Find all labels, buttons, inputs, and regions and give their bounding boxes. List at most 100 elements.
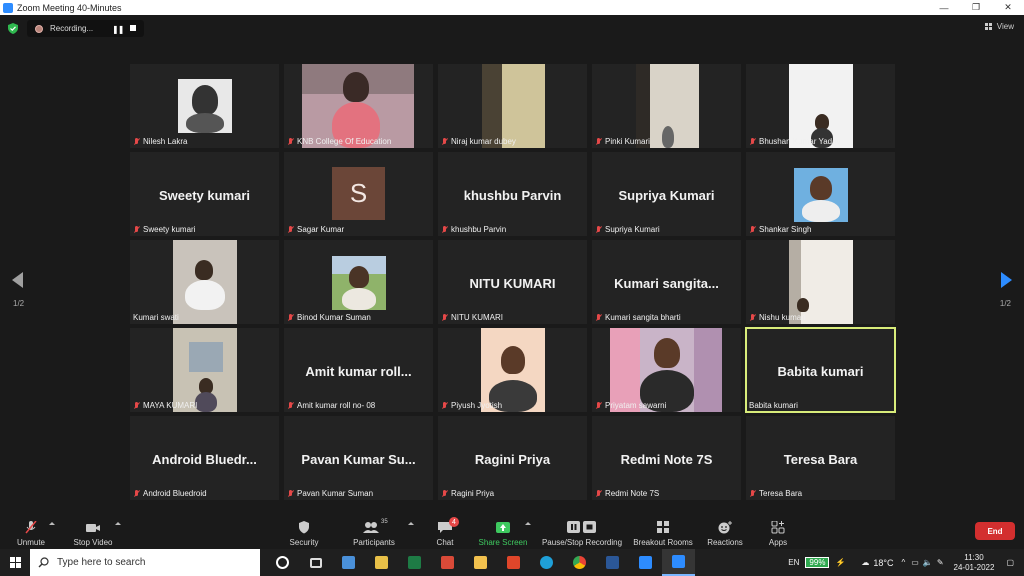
end-meeting-button[interactable]: End: [975, 522, 1015, 540]
apps-button[interactable]: Apps: [765, 514, 791, 549]
edge-app[interactable]: [530, 549, 563, 576]
chat-button[interactable]: 4 Chat: [434, 514, 459, 549]
video-feed: [482, 64, 545, 148]
temperature[interactable]: 18°C: [873, 558, 893, 568]
participants-count: 35: [381, 519, 388, 525]
breakout-rooms-button[interactable]: Breakout Rooms: [633, 514, 693, 549]
store-app[interactable]: [365, 549, 398, 576]
active-speaker-tile[interactable]: Babita kumari Babita kumari: [745, 327, 896, 413]
share-options-chevron-icon[interactable]: [525, 522, 531, 525]
participant-tile[interactable]: Redmi Note 7S Redmi Note 7S: [592, 416, 741, 500]
muted-mic-icon: [749, 313, 756, 322]
video-feed: [173, 328, 237, 412]
zoom-app-2[interactable]: [629, 549, 662, 576]
participant-tile[interactable]: NITU KUMARI NITU KUMARI: [438, 240, 587, 324]
notifications-icon[interactable]: ▢: [1006, 558, 1014, 567]
participant-tile[interactable]: Shankar Singh: [746, 152, 895, 236]
participant-tile[interactable]: Nishu kumari: [746, 240, 895, 324]
task-view-icon: [309, 557, 322, 568]
participant-tile[interactable]: Pinki Kumari: [592, 64, 741, 148]
participant-tile[interactable]: Niraj kumar dubey: [438, 64, 587, 148]
participant-display-name: Kumari sangita...: [614, 276, 719, 291]
start-button[interactable]: [0, 549, 30, 576]
muted-mic-icon: [441, 489, 448, 498]
word-app[interactable]: [596, 549, 629, 576]
app-launcher[interactable]: [332, 549, 365, 576]
participant-tile[interactable]: S Sagar Kumar: [284, 152, 433, 236]
taskbar-search-box[interactable]: Type here to search: [30, 549, 260, 576]
pause-recording-icon[interactable]: ❚❚: [112, 25, 124, 34]
participant-tile[interactable]: KNB College Of Education: [284, 64, 433, 148]
participant-tile[interactable]: Amit kumar roll... Amit kumar roll no- 0…: [284, 328, 433, 412]
participant-name-label: Priyatam sawarni: [595, 401, 666, 410]
view-button[interactable]: View: [984, 22, 1014, 31]
file-explorer-app[interactable]: [464, 549, 497, 576]
breakout-rooms-icon: [657, 521, 669, 533]
restore-button[interactable]: ❐: [960, 0, 992, 15]
encryption-shield-icon[interactable]: [8, 23, 18, 34]
previous-page-arrow-icon[interactable]: [12, 272, 23, 288]
participant-tile[interactable]: Android Bluedr... Android Bluedroid: [130, 416, 279, 500]
muted-mic-icon: [749, 137, 756, 146]
excel-app[interactable]: [398, 549, 431, 576]
participant-display-name: khushbu Parvin: [463, 188, 562, 203]
participant-tile[interactable]: MAYA KUMARI: [130, 328, 279, 412]
participant-display-name: Sweety kumari: [158, 188, 251, 203]
participant-tile[interactable]: Pavan Kumar Su... Pavan Kumar Suman: [284, 416, 433, 500]
participant-display-name: Teresa Bara: [783, 452, 858, 467]
chrome-app[interactable]: [563, 549, 596, 576]
share-screen-button[interactable]: Share Screen: [478, 514, 528, 549]
cortana-button[interactable]: [266, 549, 299, 576]
task-view-button[interactable]: [299, 549, 332, 576]
page-indicator-left: 1/2: [13, 299, 25, 308]
participant-tile[interactable]: Binod Kumar Suman: [284, 240, 433, 324]
participant-tile[interactable]: Ragini Priya Ragini Priya: [438, 416, 587, 500]
stop-video-button[interactable]: Stop Video: [70, 514, 116, 549]
participant-name-label: khushbu Parvin: [441, 225, 506, 234]
participant-name-label: Amit kumar roll no- 08: [287, 401, 375, 410]
participant-tile[interactable]: Teresa Bara Teresa Bara: [746, 416, 895, 500]
participants-button[interactable]: 35 Participants: [350, 514, 398, 549]
participant-tile[interactable]: Bhushan Kumar Yadav: [746, 64, 895, 148]
page-indicator-right: 1/2: [999, 299, 1011, 308]
next-page-arrow-icon[interactable]: [1001, 272, 1012, 288]
participant-name-label: Nilesh Lakra: [133, 137, 187, 146]
participants-options-chevron-icon[interactable]: [408, 522, 414, 525]
pen-icon[interactable]: ✎: [937, 558, 944, 567]
participant-tile[interactable]: Piyush Jyotish: [438, 328, 587, 412]
stop-recording-icon[interactable]: [130, 25, 136, 31]
pause-stop-recording-icon: [567, 521, 596, 533]
close-button[interactable]: ✕: [992, 0, 1024, 15]
video-feed: [789, 240, 853, 324]
participant-tile[interactable]: Kumari swati: [130, 240, 279, 324]
word-icon: [606, 556, 619, 569]
participant-tile[interactable]: Kumari sangita... Kumari sangita bharti: [592, 240, 741, 324]
audio-options-chevron-icon[interactable]: [49, 522, 55, 525]
security-button[interactable]: Security: [287, 514, 321, 549]
cortana-icon: [276, 556, 289, 569]
weather-cloud-icon[interactable]: ☁: [861, 558, 869, 567]
participant-tile[interactable]: khushbu Parvin khushbu Parvin: [438, 152, 587, 236]
participant-tile[interactable]: Supriya Kumari Supriya Kumari: [592, 152, 741, 236]
volume-icon[interactable]: 🔈: [923, 558, 933, 567]
unmute-button[interactable]: Unmute: [12, 514, 50, 549]
network-icon[interactable]: ▭: [911, 558, 919, 567]
battery-indicator[interactable]: 99%: [805, 557, 830, 568]
window-title: Zoom Meeting 40-Minutes: [17, 2, 122, 13]
pause-stop-recording-button[interactable]: Pause/Stop Recording: [541, 514, 623, 549]
participant-tile[interactable]: Priyatam sawarni: [592, 328, 741, 412]
participant-tile[interactable]: Nilesh Lakra: [130, 64, 279, 148]
language-indicator[interactable]: EN: [788, 558, 799, 567]
zoom-app-active[interactable]: [662, 549, 695, 576]
pdf-app[interactable]: [431, 549, 464, 576]
clock[interactable]: 11:30 24-01-2022: [954, 553, 995, 573]
participant-tile[interactable]: Sweety kumari Sweety kumari: [130, 152, 279, 236]
video-options-chevron-icon[interactable]: [115, 522, 121, 525]
minimize-button[interactable]: —: [928, 0, 960, 15]
meeting-toolbar: Unmute Stop Video Security 35 Participan…: [0, 514, 1024, 549]
participant-name-label: Babita kumari: [749, 401, 798, 410]
participant-name-label: Shankar Singh: [749, 225, 811, 234]
office-app[interactable]: [497, 549, 530, 576]
reactions-button[interactable]: Reactions: [707, 514, 743, 549]
tray-overflow-chevron-icon[interactable]: ^: [902, 558, 906, 567]
